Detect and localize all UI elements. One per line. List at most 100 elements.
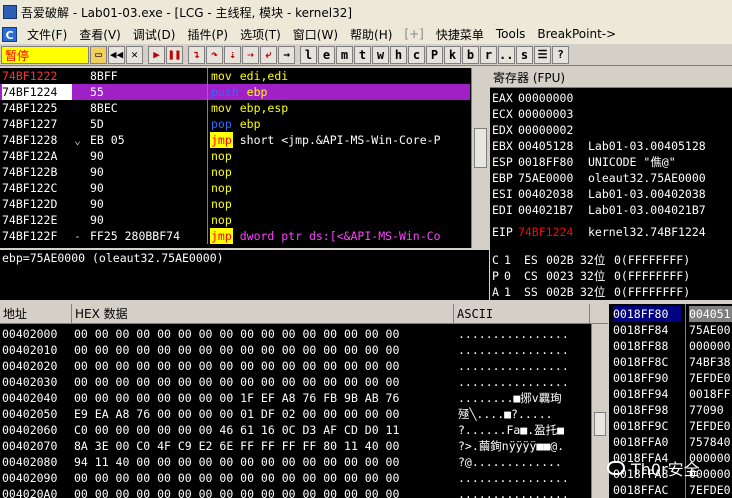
open-folder-icon[interactable]: ▭ (90, 45, 107, 64)
run-icon[interactable]: ▶ (148, 45, 165, 64)
menu-view[interactable]: 查看(V) (73, 26, 127, 43)
stack-row[interactable]: 0018FFA0 757840 (609, 434, 732, 450)
disasm-row[interactable]: 74BF1225 8BEC mov ebp,esp (0, 100, 470, 116)
toolbar-btn-e[interactable]: e (318, 45, 335, 64)
dump-hex-bytes[interactable]: 00 00 00 00 00 00 00 00 00 00 00 00 00 0… (74, 374, 454, 390)
dump-row[interactable]: 00402080 94 11 40 00 00 00 00 00 00 00 00… (0, 454, 590, 470)
toolbar-btn-w[interactable]: w (372, 45, 389, 64)
dump-scroll-thumb[interactable] (594, 412, 606, 436)
options-list-icon[interactable]: ☰ (534, 45, 551, 64)
flag-row[interactable]: C 1 ES 002B 32位 0(FFFFFFFF) (492, 252, 690, 268)
disasm-row[interactable]: 74BF1222 8BFF mov edi,edi (0, 68, 470, 84)
app-logo-icon[interactable]: C (2, 26, 17, 42)
dump-row[interactable]: 00402030 00 00 00 00 00 00 00 00 00 00 00… (0, 374, 590, 390)
stack-row[interactable]: 0018FF94 0018FF (609, 386, 732, 402)
step-into-icon[interactable]: ↴ (188, 45, 205, 64)
stack-row[interactable]: 0018FF9C 7EFDE0 (609, 418, 732, 434)
flag-row[interactable]: A 1 SS 002B 32位 0(FFFFFFFF) (492, 284, 690, 300)
dump-row[interactable]: 00402010 00 00 00 00 00 00 00 00 00 00 00… (0, 342, 590, 358)
stack-row[interactable]: 0018FFAC 7EFDE0 (609, 482, 732, 498)
disasm-row[interactable]: 74BF122A 90 nop (0, 148, 470, 164)
dump-ascii-text[interactable]: ?@............. (458, 454, 590, 470)
menu-tools[interactable]: Tools (490, 27, 532, 41)
register-value[interactable]: 004021B7 (518, 202, 588, 218)
stack-row[interactable]: 0018FF80 004051 (609, 306, 732, 322)
registers-header[interactable]: 寄存器 (FPU) (490, 68, 732, 88)
animate-into-icon[interactable]: ⇣ (224, 45, 241, 64)
registers-pane[interactable]: 寄存器 (FPU) EAX 00000000 ECX 00000003 EDX 00000… (490, 68, 732, 300)
dump-hex-bytes[interactable]: 00 00 00 00 00 00 00 00 00 00 00 00 00 0… (74, 342, 454, 358)
flag-bit[interactable]: 0 (504, 268, 524, 284)
toolbar-btn-h[interactable]: h (390, 45, 407, 64)
dump-row[interactable]: 00402070 8A 3E 00 C0 4F C9 E2 6E FF FF FF… (0, 438, 590, 454)
disasm-row[interactable]: 74BF122B 90 nop (0, 164, 470, 180)
toolbar-btn-b[interactable]: b (462, 45, 479, 64)
register-eax[interactable]: EAX 00000000 (492, 90, 588, 106)
register-edx[interactable]: EDX 00000002 (492, 122, 588, 138)
dump-ascii-text[interactable]: ................ (458, 374, 590, 390)
menu-breakpoint[interactable]: BreakPoint-> (531, 27, 622, 41)
dump-ascii-text[interactable]: ................ (458, 358, 590, 374)
menu-window[interactable]: 窗口(W) (287, 26, 344, 43)
dump-hex-bytes[interactable]: 8A 3E 00 C0 4F C9 E2 6E FF FF FF FF 80 1… (74, 438, 454, 454)
register-value[interactable]: 00402038 (518, 186, 588, 202)
dump-hex-bytes[interactable]: 00 00 00 00 00 00 00 00 00 00 00 00 00 0… (74, 358, 454, 374)
toolbar-btn-m[interactable]: m (336, 45, 353, 64)
toolbar-btn-p[interactable]: P (426, 45, 443, 64)
dump-row[interactable]: 00402050 E9 EA A8 76 00 00 00 00 01 DF 02… (0, 406, 590, 422)
register-ecx[interactable]: ECX 00000003 (492, 106, 588, 122)
register-value[interactable]: 00405128 (518, 138, 588, 154)
stack-row[interactable]: 0018FF88 000000 (609, 338, 732, 354)
register-ebp[interactable]: EBP 75AE0000 oleaut32.75AE0000 (492, 170, 706, 186)
register-value[interactable]: 74BF1224 (518, 224, 588, 240)
toolbar-btn-ellipsis[interactable]: ... (498, 45, 521, 64)
dump-ascii-text[interactable]: ?>.繭銁nÿÿÿÿ■■@. (458, 438, 590, 454)
dump-hex-bytes[interactable]: 00 00 00 00 00 00 00 00 00 00 00 00 00 0… (74, 470, 454, 486)
run-to-return-icon[interactable]: ⤶ (260, 45, 277, 64)
stack-row[interactable]: 0018FF90 7EFDE0 (609, 370, 732, 386)
register-esi[interactable]: ESI 00402038 Lab01-03.00402038 (492, 186, 706, 202)
disasm-row[interactable]: 74BF1224 55 push ebp (0, 84, 470, 100)
dump-ascii-text[interactable]: ................ (458, 342, 590, 358)
toolbar-btn-l[interactable]: l (300, 45, 317, 64)
dump-ascii-text[interactable]: ........■捓v覊珣 (458, 390, 590, 406)
toolbar-btn-t[interactable]: t (354, 45, 371, 64)
disasm-row[interactable]: 74BF122D 90 nop (0, 196, 470, 212)
dump-row[interactable]: 004020A0 00 00 00 00 00 00 00 00 00 00 00… (0, 486, 590, 498)
dump-scrollbar[interactable] (591, 324, 608, 498)
stack-row[interactable]: 0018FF8C 74BF38 (609, 354, 732, 370)
register-value[interactable]: 0018FF80 (518, 154, 588, 170)
dump-ascii-text[interactable]: ................ (458, 470, 590, 486)
register-value[interactable]: 00000002 (518, 122, 588, 138)
dump-col-address[interactable]: 地址 (0, 304, 72, 324)
menu-plugins[interactable]: 插件(P) (181, 26, 234, 43)
register-esp[interactable]: ESP 0018FF80 UNICODE "僬@" (492, 154, 676, 170)
toolbar-btn-s[interactable]: s (516, 45, 533, 64)
disasm-row[interactable]: 74BF122C 90 nop (0, 180, 470, 196)
dump-ascii-text[interactable]: ................ (458, 326, 590, 342)
menu-options[interactable]: 选项(T) (234, 26, 287, 43)
step-over-icon[interactable]: ↷ (206, 45, 223, 64)
dump-hex-bytes[interactable]: 00 00 00 00 00 00 00 00 00 00 00 00 00 0… (74, 486, 454, 498)
stack-row[interactable]: 0018FF84 75AE00 (609, 322, 732, 338)
menu-debug[interactable]: 调试(D) (127, 26, 182, 43)
close-icon[interactable]: ✕ (126, 45, 143, 64)
menu-plus[interactable]: [+] (398, 27, 429, 41)
dump-ascii-text[interactable]: ................ (458, 486, 590, 498)
register-value[interactable]: 75AE0000 (518, 170, 588, 186)
disassembly-scroll-thumb[interactable] (474, 128, 487, 168)
goto-icon[interactable]: → (278, 45, 295, 64)
dump-hex-bytes[interactable]: C0 00 00 00 00 00 00 46 61 16 0C D3 AF C… (74, 422, 454, 438)
help-icon[interactable]: ? (552, 45, 569, 64)
register-ebx[interactable]: EBX 00405128 Lab01-03.00405128 (492, 138, 706, 154)
menu-help[interactable]: 帮助(H) (344, 26, 398, 43)
animate-over-icon[interactable]: ⇢ (242, 45, 259, 64)
flag-row[interactable]: P 0 CS 0023 32位 0(FFFFFFFF) (492, 268, 690, 284)
disasm-row[interactable]: 74BF1227 5D pop ebp (0, 116, 470, 132)
disassembly-pane[interactable]: 74BF1222 8BFF mov edi,edi 74BF1224 55 push eb… (0, 68, 489, 248)
register-eip[interactable]: EIP 74BF1224 kernel32.74BF1224 (492, 224, 706, 240)
toolbar-btn-r[interactable]: r (480, 45, 497, 64)
dump-col-ascii[interactable]: ASCII (454, 304, 590, 324)
dump-hex-bytes[interactable]: 00 00 00 00 00 00 00 00 1F EF A8 76 FB 9… (74, 390, 454, 406)
disassembly-scrollbar[interactable] (471, 68, 489, 248)
